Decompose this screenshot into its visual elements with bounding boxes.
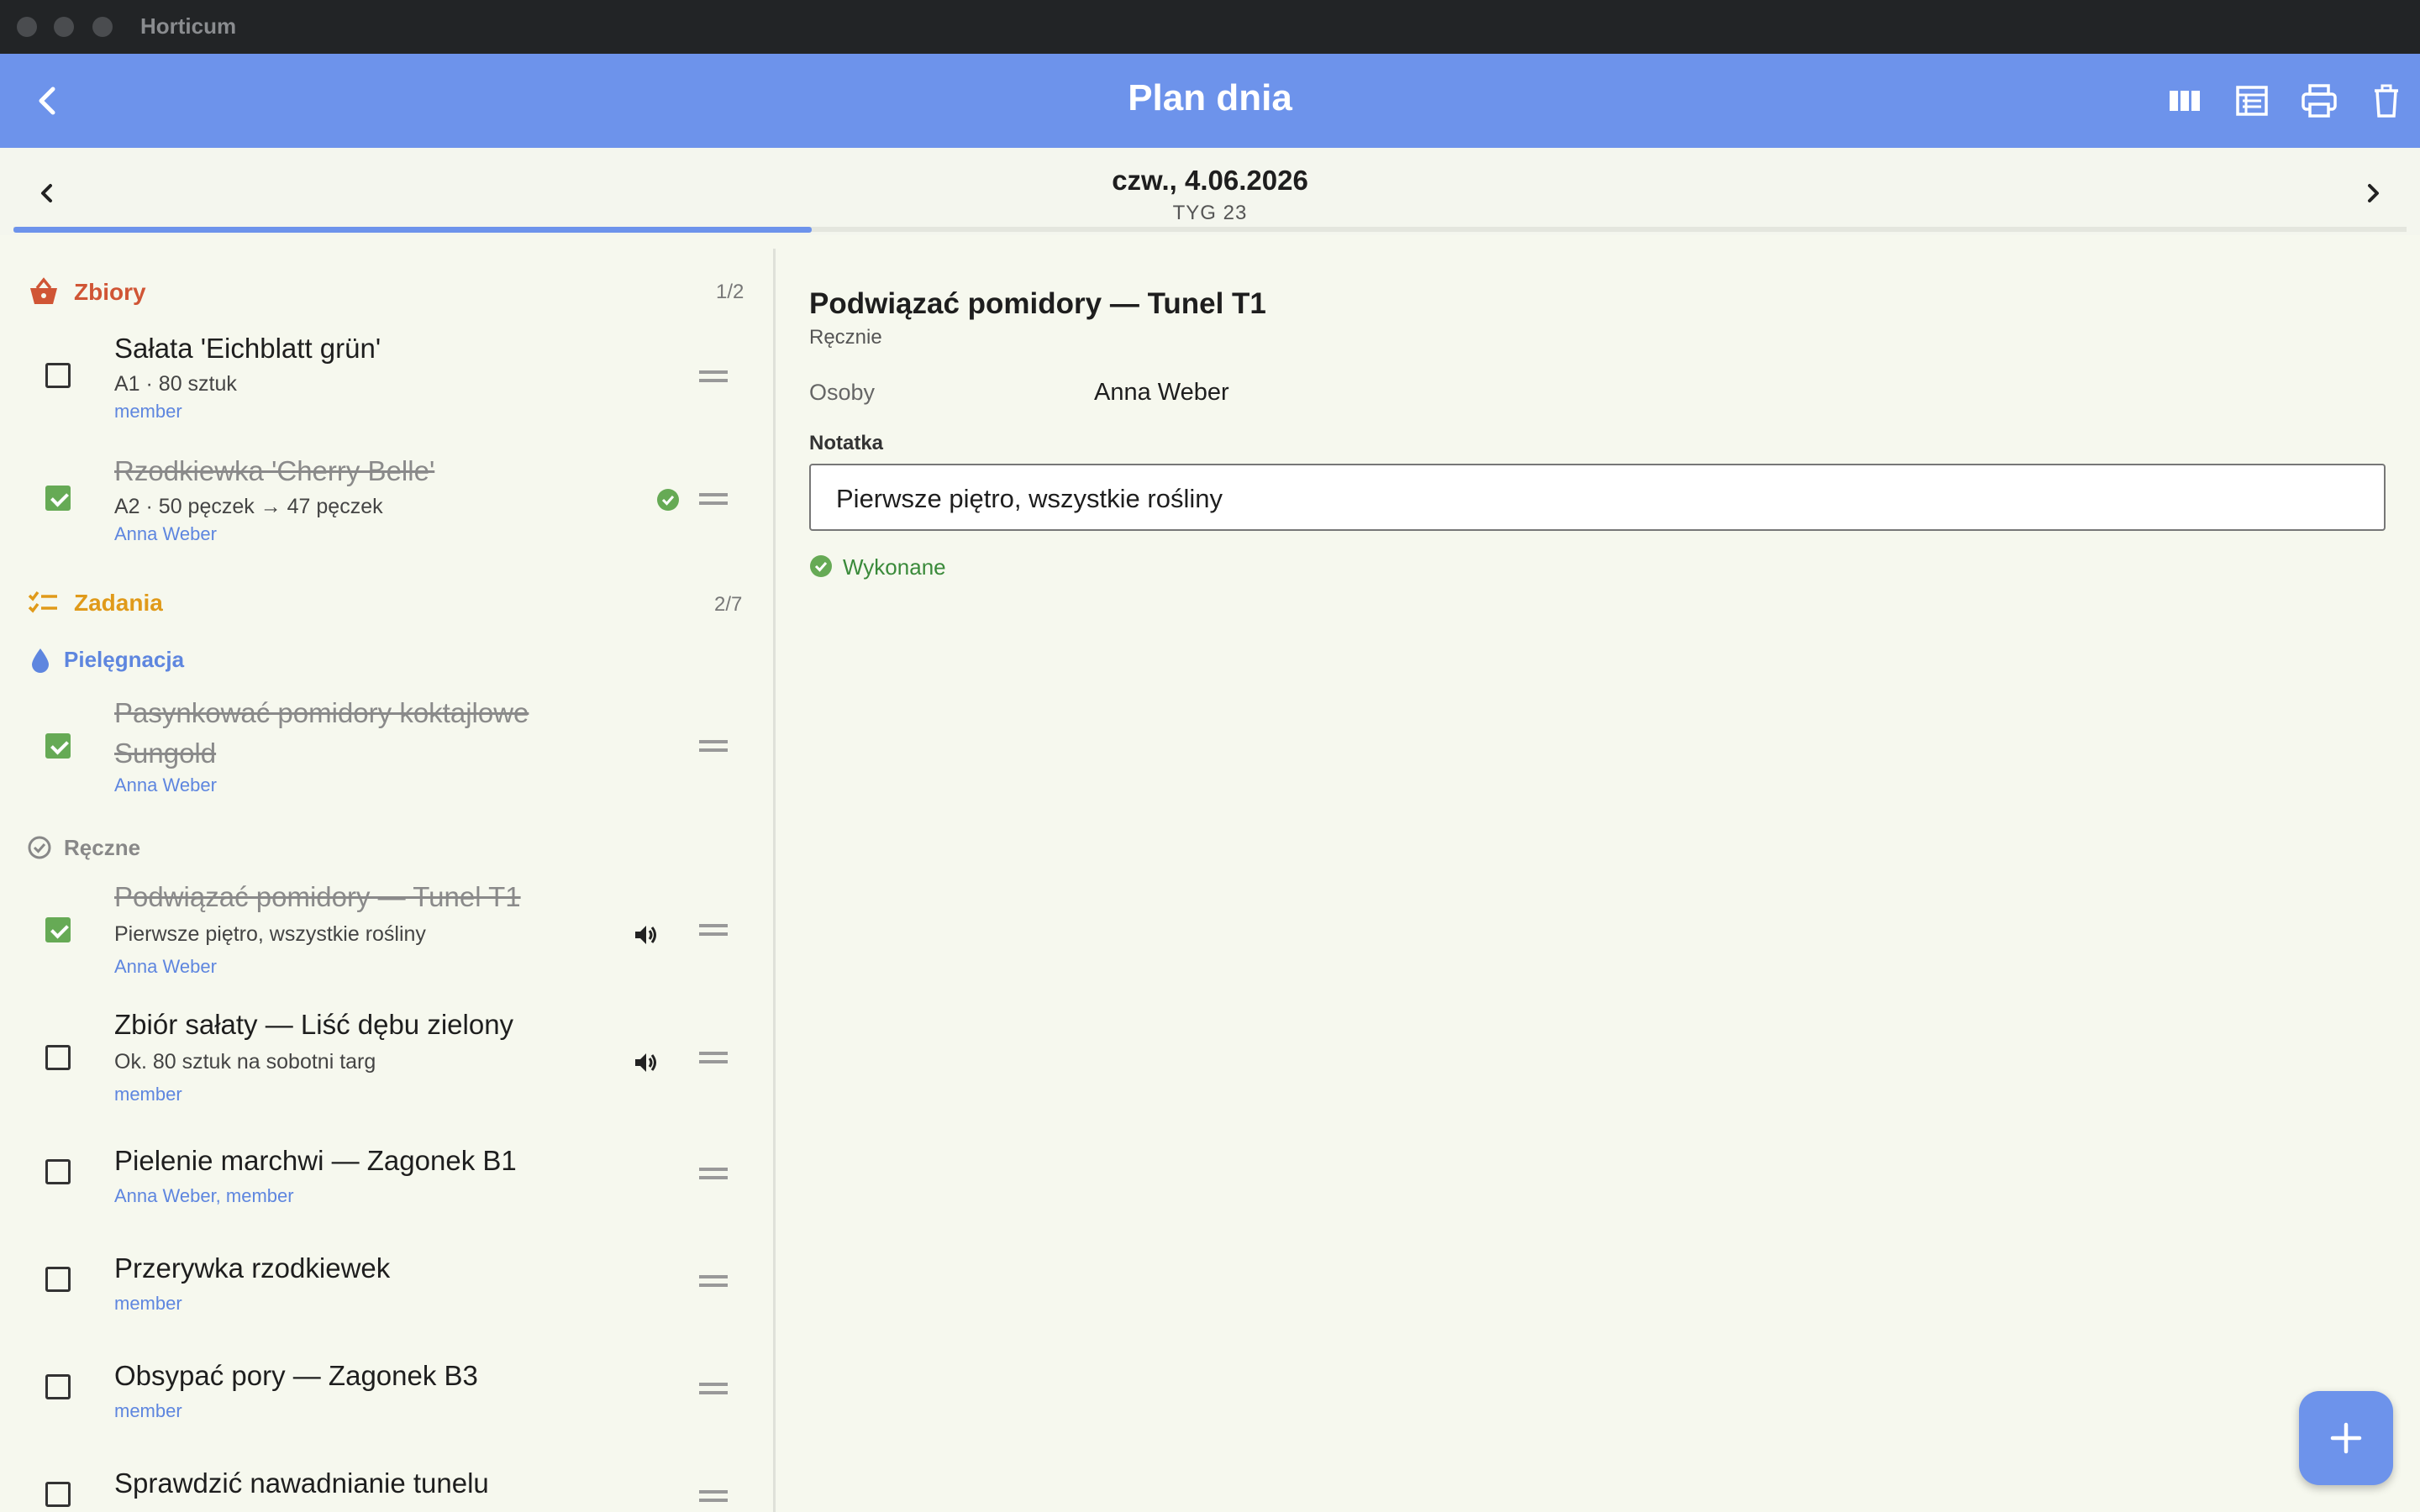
item-title-line2: Sungold xyxy=(114,738,217,769)
task-checkbox[interactable] xyxy=(45,1045,71,1070)
note-label: Notatka xyxy=(809,432,884,454)
close-window-button[interactable] xyxy=(17,17,37,37)
item-assignee: member xyxy=(114,1084,182,1105)
pane-divider xyxy=(773,249,776,1512)
checklist-icon xyxy=(27,588,60,618)
drag-handle-icon[interactable] xyxy=(699,1490,728,1502)
window-titlebar: Horticum xyxy=(0,0,2420,54)
day-progress-fill xyxy=(13,227,812,233)
page-title: Plan dnia xyxy=(1128,77,1292,118)
item-assignee: member xyxy=(114,1400,182,1421)
task-checkbox[interactable] xyxy=(45,1159,71,1184)
tasks-count: 2/7 xyxy=(714,593,743,616)
item-title: Przerywka rzodkiewek xyxy=(114,1252,391,1284)
date-navigator: czw., 4.06.2026 TYG 23 xyxy=(0,148,2420,235)
drag-handle-icon[interactable] xyxy=(699,924,728,936)
check-circle-icon xyxy=(656,488,680,512)
task-checkbox[interactable] xyxy=(45,1482,71,1507)
trash-icon[interactable] xyxy=(2365,79,2408,123)
table-icon[interactable] xyxy=(2230,79,2274,123)
columns-icon[interactable] xyxy=(2163,79,2207,123)
harvest-section-title: Zbiory xyxy=(74,279,146,305)
drag-handle-icon[interactable] xyxy=(699,370,728,382)
item-title: Rzodkiewka 'Cherry Belle' xyxy=(114,455,435,486)
item-title: Sałata 'Eichblatt grün' xyxy=(114,333,381,364)
maximize-window-button[interactable] xyxy=(92,17,113,37)
task-checkbox[interactable] xyxy=(45,1374,71,1399)
item-title: Zbiór sałaty — Liść dębu zielony xyxy=(114,1009,514,1040)
plus-icon xyxy=(2330,1422,2362,1454)
drop-icon xyxy=(29,647,52,674)
window-title: Horticum xyxy=(140,13,237,39)
item-title-line1: Pasynkować pomidory koktajlowe xyxy=(114,697,529,728)
drag-handle-icon[interactable] xyxy=(699,740,728,752)
manual-subgroup-title: Ręczne xyxy=(64,835,141,860)
drag-handle-icon[interactable] xyxy=(699,1168,728,1179)
add-task-button[interactable] xyxy=(2299,1391,2393,1485)
tasks-section-title: Zadania xyxy=(74,590,163,616)
care-subgroup-title: Pielęgnacja xyxy=(64,647,185,672)
item-assignee: Anna Weber xyxy=(114,956,217,977)
print-icon[interactable] xyxy=(2297,79,2341,123)
status-label: Wykonane xyxy=(843,554,946,580)
task-checkbox[interactable] xyxy=(45,1267,71,1292)
drag-handle-icon[interactable] xyxy=(699,1275,728,1287)
task-checkbox[interactable] xyxy=(45,486,71,511)
item-title: Podwiązać pomidory — Tunel T1 xyxy=(114,881,521,912)
item-title: Obsypać pory — Zagonek B3 xyxy=(114,1360,478,1391)
speaker-icon[interactable] xyxy=(632,1048,660,1077)
item-assignee: member xyxy=(114,401,182,422)
task-list-pane: Zbiory 1/2 Sałata 'Eichblatt grün' A1 · … xyxy=(0,249,773,1512)
basket-icon xyxy=(27,277,60,307)
check-circle-icon xyxy=(809,554,833,578)
item-title: Pielenie marchwi — Zagonek B1 xyxy=(114,1145,517,1176)
next-day-icon[interactable] xyxy=(2358,178,2388,208)
people-label: Osoby xyxy=(809,380,876,405)
item-subtitle: Ok. 80 sztuk na sobotni targ xyxy=(114,1050,376,1074)
drag-handle-icon[interactable] xyxy=(699,493,728,505)
note-field[interactable]: Pierwsze piętro, wszystkie rośliny xyxy=(809,464,2386,531)
item-assignee: Anna Weber xyxy=(114,774,217,795)
speaker-icon[interactable] xyxy=(632,921,660,949)
drag-handle-icon[interactable] xyxy=(699,1383,728,1394)
app-bar: Plan dnia xyxy=(0,54,2420,148)
task-checkbox[interactable] xyxy=(45,733,71,759)
check-circle-outline-icon xyxy=(27,835,52,860)
task-checkbox[interactable] xyxy=(45,363,71,388)
week-number: TYG 23 xyxy=(1172,202,1248,224)
item-subtitle: A1 · 80 sztuk xyxy=(114,372,237,396)
item-subtitle: A2 · 50 pęczek → 47 pęczek xyxy=(114,495,383,518)
current-date: czw., 4.06.2026 xyxy=(1112,165,1308,196)
minimize-window-button[interactable] xyxy=(54,17,74,37)
item-assignee: member xyxy=(114,1293,182,1314)
item-title: Sprawdzić nawadnianie tunelu xyxy=(114,1467,489,1499)
people-value: Anna Weber xyxy=(1094,379,1229,406)
item-assignee: Anna Weber xyxy=(114,523,217,544)
drag-handle-icon[interactable] xyxy=(699,1052,728,1063)
detail-source: Ręcznie xyxy=(809,326,882,349)
detail-title: Podwiązać pomidory — Tunel T1 xyxy=(809,287,1266,320)
item-assignee: Anna Weber, member xyxy=(114,1185,294,1206)
item-subtitle: Pierwsze piętro, wszystkie rośliny xyxy=(114,922,426,946)
harvest-count: 1/2 xyxy=(716,281,744,303)
task-checkbox[interactable] xyxy=(45,917,71,942)
